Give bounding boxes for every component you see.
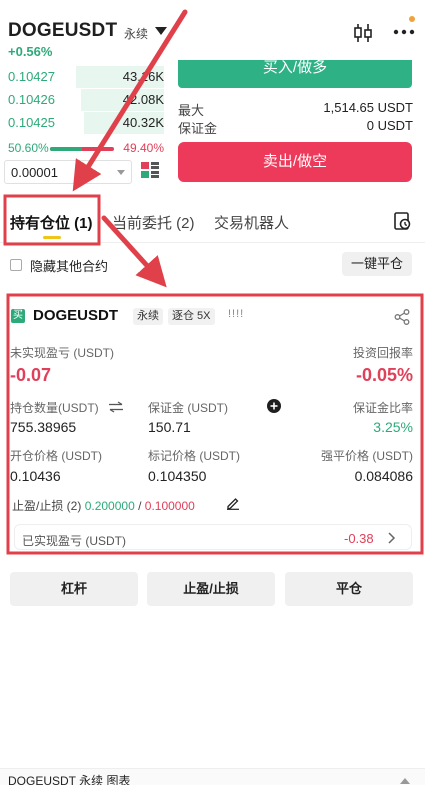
tpsl-summary: 止盈/止损 (2) 0.200000 / 0.100000: [12, 497, 195, 514]
long-badge: 买: [11, 309, 25, 323]
order-history-icon[interactable]: [392, 211, 412, 231]
add-margin-icon[interactable]: [267, 399, 281, 413]
orderbook-price: 0.10425: [8, 115, 55, 130]
more-options-icon[interactable]: [392, 22, 416, 42]
max-value: 1,514.65 USDT: [323, 100, 413, 115]
orderbook-layout-icon[interactable]: [140, 160, 160, 180]
tab-trading-bots[interactable]: 交易机器人: [214, 212, 289, 233]
orderbook-price: 0.10426: [8, 92, 55, 107]
edit-tpsl-icon[interactable]: [226, 496, 240, 510]
liquidation-price-label: 强平价格 (USDT): [321, 449, 413, 463]
orderbook-row[interactable]: 0.10426 42.08K: [4, 89, 164, 111]
sell-ratio: 49.40%: [123, 141, 164, 155]
precision-select[interactable]: 0.00001: [4, 160, 132, 184]
close-position-button[interactable]: 平仓: [285, 572, 413, 606]
buy-long-button[interactable]: 买入/做多: [178, 60, 412, 88]
pair-title[interactable]: DOGEUSDT: [8, 20, 117, 42]
price-change: +0.56%: [8, 44, 53, 59]
position-contract-type: 永续: [133, 308, 163, 325]
share-icon[interactable]: [394, 309, 410, 325]
margin-value: 0 USDT: [366, 118, 413, 133]
margin-usdt-value: 150.71: [148, 419, 191, 435]
margin-usdt-label: 保证金 (USDT): [148, 401, 228, 415]
realized-pnl-value: -0.38: [344, 531, 374, 546]
tpsl-separator: /: [138, 499, 142, 513]
ratio-bar: [50, 147, 114, 151]
pair-dropdown-icon[interactable]: [155, 27, 167, 35]
roi-value: -0.05%: [355, 365, 413, 385]
chevron-right-icon[interactable]: [386, 532, 396, 544]
swap-unit-icon[interactable]: [108, 401, 124, 413]
chart-drawer-label: DOGEUSDT 永续 图表: [8, 774, 131, 785]
orderbook-price: 0.10427: [8, 69, 55, 84]
ratio-bar-fill: [50, 147, 83, 151]
tab-positions[interactable]: 持有仓位 (1): [10, 212, 93, 233]
realized-pnl-label: 已实现盈亏 (USDT): [22, 534, 126, 548]
position-size-label: 持仓数量(USDT): [10, 401, 99, 415]
liquidation-price-value: 0.084086: [354, 468, 413, 484]
position-size-value: 755.38965: [10, 419, 77, 435]
sell-short-button[interactable]: 卖出/做空: [178, 142, 412, 182]
leverage-button[interactable]: 杠杆: [10, 572, 138, 606]
candlestick-chart-icon[interactable]: [352, 22, 374, 44]
margin-mode-chip[interactable]: 逐仓 5X: [168, 308, 215, 325]
unrealized-pnl-value: -0.07: [10, 365, 52, 385]
orderbook-row[interactable]: 0.10425 40.32K: [4, 112, 164, 134]
contract-type-label: 永续: [124, 27, 149, 41]
mark-price-value: 0.104350: [148, 468, 207, 484]
take-profit-value: 0.200000: [84, 499, 135, 513]
max-label: 最大: [178, 103, 205, 118]
tab-open-orders[interactable]: 当前委托 (2): [112, 212, 195, 233]
unrealized-pnl-label: 未实现盈亏 (USDT): [10, 346, 114, 360]
roi-label: 投资回报率: [352, 346, 413, 360]
entry-price-label: 开仓价格 (USDT): [10, 449, 102, 463]
orderbook-qty: 42.08K: [122, 92, 164, 107]
chevron-up-icon[interactable]: [400, 778, 410, 784]
notification-dot: [409, 16, 415, 22]
hide-other-contracts-checkbox[interactable]: [10, 259, 22, 271]
entry-price-value: 0.10436: [10, 468, 61, 484]
tpsl-label: 止盈/止损 (2): [12, 499, 82, 513]
margin-ratio-label: 保证金比率: [352, 401, 413, 415]
margin-label: 保证金: [178, 121, 218, 136]
stop-loss-value: 0.100000: [144, 499, 195, 513]
chevron-down-icon: [117, 170, 125, 175]
orderbook-qty: 43.16K: [122, 69, 164, 84]
tpsl-button[interactable]: 止盈/止损: [147, 572, 275, 606]
mark-price-label: 标记价格 (USDT): [148, 449, 240, 463]
tab-divider: [0, 242, 425, 243]
close-all-button[interactable]: 一键平仓: [342, 252, 412, 276]
orderbook-row[interactable]: 0.10427 43.16K: [4, 66, 164, 88]
active-tab-indicator: [43, 236, 61, 239]
margin-ratio-value: 3.25%: [373, 419, 413, 435]
risk-indicator: !!!!: [228, 308, 245, 320]
position-symbol[interactable]: DOGEUSDT: [33, 307, 118, 324]
precision-value: 0.00001: [11, 165, 58, 180]
buy-long-label: 买入/做多: [262, 60, 328, 76]
buy-ratio: 50.60%: [8, 141, 49, 155]
orderbook-qty: 40.32K: [122, 115, 164, 130]
hide-other-contracts-label: 隐藏其他合约: [30, 259, 109, 274]
